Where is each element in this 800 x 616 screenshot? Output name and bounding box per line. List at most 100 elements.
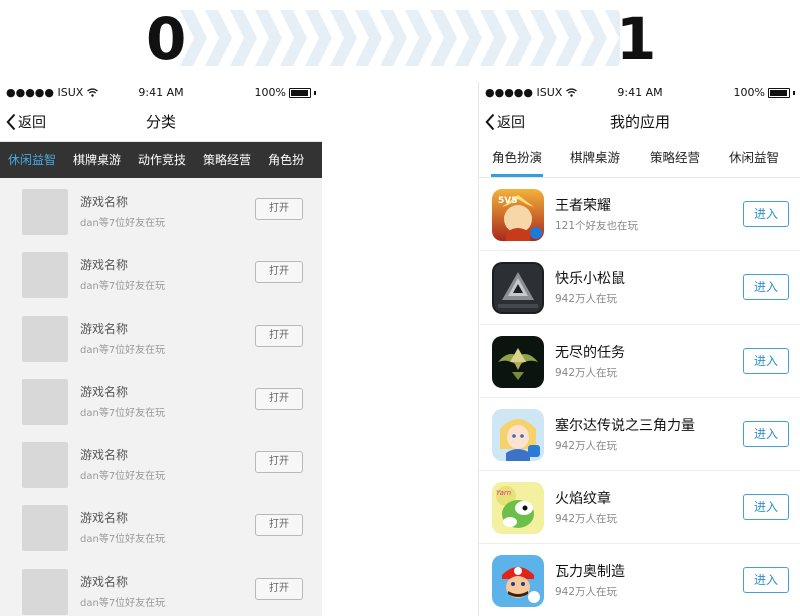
page-title: 分类 bbox=[145, 113, 176, 131]
open-button[interactable]: 打开 bbox=[255, 387, 303, 410]
game-name: 游戏名称 bbox=[80, 448, 129, 463]
category-tabs: 休闲益智 棋牌桌游 动作竞技 策略经营 角色扮 bbox=[0, 142, 322, 178]
battery-status: 100% bbox=[255, 86, 316, 99]
back-button[interactable]: 返回 bbox=[485, 103, 525, 141]
chevron-shape bbox=[255, 10, 282, 66]
enter-button[interactable]: 进入 bbox=[743, 347, 789, 374]
tab-1[interactable]: 棋牌桌游 bbox=[65, 142, 130, 178]
anime-heroine-icon bbox=[492, 408, 544, 461]
friends-playing: dan等7位好友在玩 bbox=[80, 597, 166, 609]
list-item[interactable]: 塞尔达传说之三角力量 942万人在玩 进入 bbox=[479, 398, 800, 472]
list-item[interactable]: 游戏名称 dan等7位好友在玩 打开 bbox=[0, 494, 322, 557]
tab-2[interactable]: 策略经营 bbox=[635, 141, 715, 177]
list-item[interactable]: 快乐小松鼠 942万人在玩 进入 bbox=[479, 251, 800, 325]
enter-button[interactable]: 进入 bbox=[743, 274, 789, 301]
tab-2[interactable]: 动作竞技 bbox=[130, 142, 195, 178]
app-name: 快乐小松鼠 bbox=[555, 271, 625, 288]
players-count: 942万人在玩 bbox=[555, 293, 618, 306]
chevron-shape bbox=[380, 10, 407, 66]
tab-3[interactable]: 休闲益智 bbox=[715, 141, 793, 177]
dark-triangle-icon bbox=[492, 262, 544, 315]
game-name: 游戏名称 bbox=[80, 258, 129, 273]
battery-tip bbox=[314, 90, 316, 95]
chevron-left-icon bbox=[485, 113, 495, 131]
triforce-crest-icon bbox=[492, 335, 544, 388]
list-item[interactable]: 游戏名称 dan等7位好友在玩 打开 bbox=[0, 178, 322, 241]
enter-button[interactable]: 进入 bbox=[743, 494, 789, 521]
battery-icon bbox=[289, 87, 311, 98]
tab-3[interactable]: 策略经营 bbox=[195, 142, 260, 178]
players-count: 942万人在玩 bbox=[555, 513, 618, 526]
players-count: 942万人在玩 bbox=[555, 439, 618, 452]
back-label: 返回 bbox=[18, 115, 46, 131]
list-item[interactable]: 游戏名称 dan等7位好友在玩 打开 bbox=[0, 241, 322, 304]
nav-bar: 返回 我的应用 bbox=[479, 103, 800, 141]
list-item[interactable]: 游戏名称 dan等7位好友在玩 打开 bbox=[0, 368, 322, 431]
open-button[interactable]: 打开 bbox=[255, 451, 303, 474]
battery-status: 100% bbox=[734, 86, 795, 99]
list-item[interactable]: 游戏名称 dan等7位好友在玩 打开 bbox=[0, 558, 322, 616]
app-name: 瓦力奥制造 bbox=[555, 564, 625, 581]
back-button[interactable]: 返回 bbox=[6, 103, 46, 141]
tab-4[interactable]: 角色扮 bbox=[260, 142, 313, 178]
enter-button[interactable]: 进入 bbox=[743, 567, 789, 594]
enter-button[interactable]: 进入 bbox=[743, 420, 789, 447]
friends-playing: dan等7位好友在玩 bbox=[80, 407, 166, 419]
battery-percent: 100% bbox=[733, 86, 765, 99]
list-item[interactable]: 游戏名称 dan等7位好友在玩 打开 bbox=[0, 431, 322, 494]
page-title: 我的应用 bbox=[609, 113, 670, 131]
list-item[interactable]: 游戏名称 dan等7位好友在玩 打开 bbox=[0, 305, 322, 368]
svg-text:5V5: 5V5 bbox=[498, 196, 518, 206]
step-label-1: 1 bbox=[616, 5, 657, 73]
battery-icon bbox=[768, 87, 790, 98]
mario-icon bbox=[492, 555, 544, 608]
status-bar: ●●●●● ISUX 9:41 AM 100% bbox=[479, 82, 800, 103]
app-name: 无尽的任务 bbox=[555, 344, 625, 361]
game-name: 游戏名称 bbox=[80, 321, 129, 336]
app-list: 5V5 王者荣耀 121个好友也在玩 进入 快乐小松鼠 942万人在玩 进入 无… bbox=[479, 178, 800, 616]
chevron-shape bbox=[530, 10, 557, 66]
tab-0[interactable]: 角色扮演 bbox=[479, 141, 555, 177]
enter-button[interactable]: 进入 bbox=[743, 201, 789, 227]
game-name: 游戏名称 bbox=[80, 511, 129, 526]
chevron-shape bbox=[455, 10, 482, 66]
chevron-shape bbox=[430, 10, 457, 66]
svg-text:Yarn: Yarn bbox=[496, 489, 511, 497]
chevron-shape bbox=[305, 10, 332, 66]
open-button[interactable]: 打开 bbox=[255, 198, 303, 220]
game-thumbnail bbox=[22, 252, 68, 299]
left-phone-screen: ●●●●● ISUX 9:41 AM 100% 返回 分类 休闲益智 棋牌桌游 动作… bbox=[0, 82, 322, 616]
game-thumbnail bbox=[22, 189, 68, 235]
game-thumbnail bbox=[22, 505, 68, 552]
open-button[interactable]: 打开 bbox=[255, 261, 303, 284]
list-item[interactable]: 无尽的任务 942万人在玩 进入 bbox=[479, 325, 800, 398]
friends-playing: dan等7位好友在玩 bbox=[80, 471, 166, 483]
chevron-shape bbox=[330, 10, 357, 66]
open-button[interactable]: 打开 bbox=[255, 324, 303, 347]
tab-0[interactable]: 休闲益智 bbox=[0, 142, 65, 178]
back-label: 返回 bbox=[497, 115, 525, 131]
list-item[interactable]: Yarn 火焰纹章 942万人在玩 进入 bbox=[479, 471, 800, 545]
chevron-shape bbox=[355, 10, 382, 66]
game-name: 游戏名称 bbox=[80, 384, 129, 399]
list-item[interactable]: 5V5 王者荣耀 121个好友也在玩 进入 bbox=[479, 178, 800, 252]
app-name: 塞尔达传说之三角力量 bbox=[555, 417, 695, 434]
game-thumbnail bbox=[22, 315, 68, 362]
game-thumbnail bbox=[22, 442, 68, 489]
app-name: 火焰纹章 bbox=[555, 491, 611, 508]
chevron-shape bbox=[405, 10, 432, 66]
players-count: 121个好友也在玩 bbox=[555, 220, 639, 232]
tab-1[interactable]: 棋牌桌游 bbox=[555, 141, 635, 177]
battery-percent: 100% bbox=[254, 86, 286, 99]
list-item[interactable]: 瓦力奥制造 942万人在玩 进入 bbox=[479, 544, 800, 616]
chevron-shape bbox=[580, 10, 607, 66]
chevron-shape bbox=[230, 10, 257, 66]
open-button[interactable]: 打开 bbox=[255, 514, 303, 537]
status-bar: ●●●●● ISUX 9:41 AM 100% bbox=[0, 82, 322, 103]
game-thumbnail bbox=[22, 568, 68, 615]
friends-playing: dan等7位好友在玩 bbox=[80, 281, 166, 293]
players-count: 942万人在玩 bbox=[555, 586, 618, 599]
open-button[interactable]: 打开 bbox=[255, 577, 303, 600]
game-name: 游戏名称 bbox=[80, 574, 129, 589]
friends-playing: dan等7位好友在玩 bbox=[80, 218, 166, 229]
